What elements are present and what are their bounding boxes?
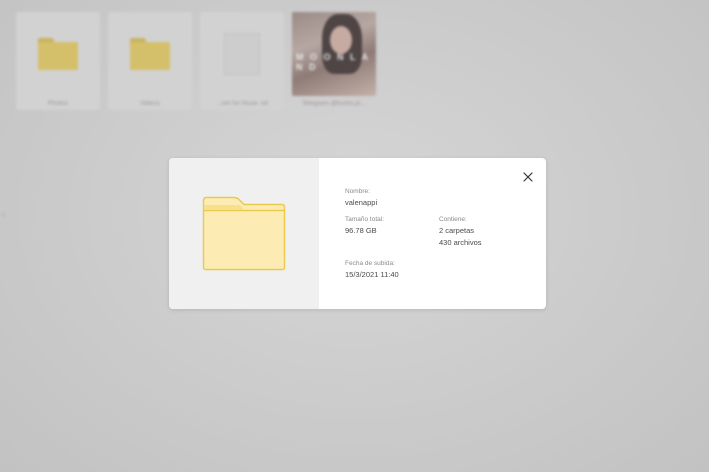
folder-tile-photos[interactable]: Photos xyxy=(16,12,100,110)
contains-files: 430 archivos xyxy=(439,238,482,247)
document-icon xyxy=(224,33,260,75)
watermark-text: M O O N L A N D xyxy=(296,52,370,72)
photo-thumbnail: M O O N L A N D xyxy=(292,12,376,96)
file-tile-photo[interactable]: M O O N L A N D Telegram @hortiz.pr... xyxy=(292,12,376,110)
folder-icon xyxy=(38,38,78,70)
info-panel: Nombre: valenappi Tamaño total: 96.78 GB… xyxy=(345,158,546,309)
chevron-left-icon: ‹ xyxy=(2,210,5,219)
tile-caption: ...ore for those .txt xyxy=(215,100,269,107)
size-value: 96.78 GB xyxy=(345,226,377,235)
contains-field: Contiene: 2 carpetas 430 archivos xyxy=(439,216,482,249)
folder-info-dialog: Nombre: valenappi Tamaño total: 96.78 GB… xyxy=(169,158,546,309)
tile-caption: Photos xyxy=(47,100,69,107)
upload-label: Fecha de subida: xyxy=(345,260,395,267)
upload-date-field: Fecha de subida: 15/3/2021 11:40 xyxy=(345,260,399,281)
contains-folders: 2 carpetas xyxy=(439,226,475,235)
folder-icon xyxy=(202,196,286,271)
upload-value: 15/3/2021 11:40 xyxy=(345,270,399,279)
name-label: Nombre: xyxy=(345,188,370,195)
folder-tile-videos[interactable]: Videos xyxy=(108,12,192,110)
name-value: valenappi xyxy=(345,198,378,207)
size-field: Tamaño total: 96.78 GB xyxy=(345,216,384,237)
preview-panel xyxy=(169,158,319,309)
contains-label: Contiene: xyxy=(439,216,467,223)
file-tile-document[interactable]: ...ore for those .txt xyxy=(200,12,284,110)
tile-caption: Videos xyxy=(140,100,160,107)
folder-icon xyxy=(130,38,170,70)
tile-caption: Telegram @hortiz.pr... xyxy=(302,100,366,107)
size-label: Tamaño total: xyxy=(345,216,385,223)
name-field: Nombre: valenappi xyxy=(345,188,377,209)
